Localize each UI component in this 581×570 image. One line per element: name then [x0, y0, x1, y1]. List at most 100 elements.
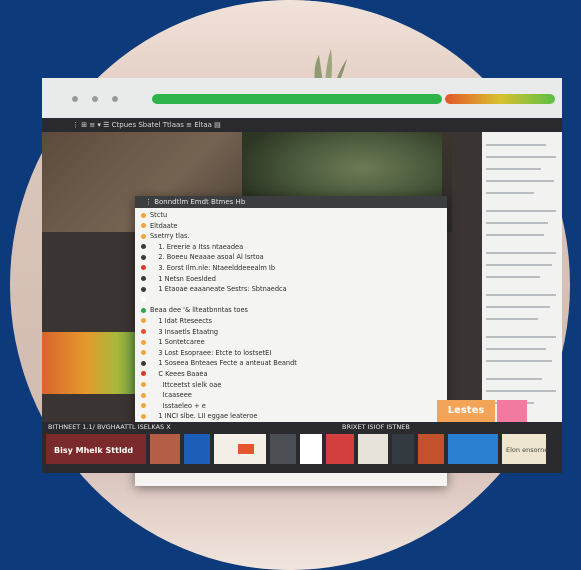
text-line — [486, 222, 548, 224]
pink-banner — [497, 400, 527, 422]
strip-label-right: BRIXET ISIOF ISTNEB — [342, 423, 410, 431]
forward-dot-icon[interactable] — [92, 96, 98, 102]
thumbnail-tile[interactable] — [448, 434, 498, 464]
outline-item-label: Icaaseee — [150, 391, 192, 400]
text-line — [486, 264, 552, 266]
right-panel — [482, 132, 562, 422]
text-line — [486, 156, 556, 158]
bullet-icon — [141, 297, 146, 303]
outline-item[interactable]: Beaa dee '& llteatbnntas toes — [141, 305, 441, 316]
thumbnail-title: Bisy Mhelk Sttldd — [54, 446, 134, 455]
text-line — [486, 234, 544, 236]
bullet-icon — [141, 307, 146, 313]
outline-item[interactable]: Ittceetst slelk oae — [141, 380, 441, 391]
outline-item-label: C Keees Baaea — [150, 369, 208, 378]
outline-item[interactable]: Eltdaate — [141, 221, 441, 232]
outline-item-label: Ittceetst slelk oae — [150, 380, 222, 389]
text-line — [486, 294, 556, 296]
outline-item[interactable]: 1 Sontetcaree — [141, 337, 441, 348]
bullet-icon — [141, 413, 146, 419]
thumbnail-caption: Elon ensorne — [506, 446, 549, 454]
thumbnail-tile[interactable] — [184, 434, 210, 464]
outline-item-label: Ssetrry tlas. — [150, 232, 190, 241]
thumbnail-tile[interactable] — [392, 434, 414, 464]
bullet-icon — [141, 212, 146, 218]
outline-item[interactable]: 1 Netsn Eoeslded — [141, 274, 441, 285]
bullet-icon — [141, 339, 146, 345]
outline-item[interactable]: 1 INCI slbe. LII eggae leateroe — [141, 411, 441, 422]
dialog-title: ⋮ Bonndtlm Emdt Btmes Hb — [135, 196, 447, 208]
bullet-icon — [141, 350, 146, 356]
progress-bar-gradient — [445, 94, 555, 104]
text-line — [486, 378, 542, 380]
bullet-icon — [141, 254, 146, 260]
progress-bar-green — [152, 94, 442, 104]
text-line — [486, 210, 556, 212]
outline-item-label: 1 Sontetcaree — [150, 338, 205, 347]
thumbnail-tile[interactable] — [300, 434, 322, 464]
text-line — [486, 180, 554, 182]
text-line — [486, 318, 538, 320]
outline-item[interactable]: C Keees Baaea — [141, 369, 441, 380]
outline-item-label: 1 Soseea Bnteaes Fecte a anteuat Beandt — [150, 359, 297, 368]
reload-dot-icon[interactable] — [112, 96, 118, 102]
outline-item-label: 1 INCI slbe. LII eggae leateroe — [150, 412, 258, 421]
bullet-icon — [141, 286, 146, 292]
scene: ⋮ ⊞ ≡ ▾ ☰ Ctpues Sbatel Ttlaas ≡ Eltaa ▤ — [0, 0, 581, 570]
outline-item[interactable]: 3 Insaetls Etaatng — [141, 327, 441, 338]
bullet-icon — [141, 403, 146, 409]
outline-item-label: 2. Boeeu Neaaae asoal Al Isrtoa — [150, 253, 264, 262]
thumbnail-tile[interactable] — [270, 434, 296, 464]
outline-item[interactable]: 3. Eorst Ilm.nle: Ntaeelddeeealm Ib — [141, 263, 441, 274]
outline-item[interactable]: 1 Soseea Bnteaes Fecte a anteuat Beandt — [141, 358, 441, 369]
outline-item-label: Stctu — [150, 211, 168, 219]
menu-bar[interactable]: ⋮ ⊞ ≡ ▾ ☰ Ctpues Sbatel Ttlaas ≡ Eltaa ▤ — [42, 118, 562, 132]
bullet-icon — [141, 329, 146, 335]
text-line — [486, 252, 556, 254]
outline-item-label: Beaa dee '& llteatbnntas toes — [150, 306, 248, 315]
outline-item[interactable]: Stctu — [141, 210, 441, 221]
bullet-icon — [141, 265, 146, 271]
thumbnail-tile[interactable] — [150, 434, 180, 464]
outline-item[interactable]: 1 Etaoae eaaaneate Sestrs: Sbtnaedca — [141, 284, 441, 295]
outline-item[interactable] — [141, 295, 441, 306]
colored-banner — [42, 332, 142, 394]
outline-item[interactable]: 3 Lost Esopraee: Etcte to lostsetEI — [141, 348, 441, 359]
thumbnail-tile[interactable] — [358, 434, 388, 464]
outline-item[interactable]: 1 Idat Rteseects — [141, 316, 441, 327]
bullet-icon — [141, 244, 146, 250]
outline-item-label: 3. Eorst Ilm.nle: Ntaeelddeeealm Ib — [150, 263, 276, 272]
text-line — [486, 276, 540, 278]
outline-item-label: Eltdaate — [150, 221, 178, 230]
orange-banner: Lestes — [437, 400, 495, 422]
bullet-icon — [141, 371, 146, 377]
bullet-icon — [141, 382, 146, 387]
outline-item[interactable]: Isstaeleo + e — [141, 401, 441, 412]
text-line — [486, 168, 541, 170]
text-line — [486, 360, 552, 362]
bullet-icon — [141, 392, 146, 398]
text-line — [486, 336, 556, 338]
outline-item-label: 1 Idat Rteseects — [150, 316, 212, 325]
bullet-icon — [141, 360, 146, 366]
back-dot-icon[interactable] — [72, 96, 78, 102]
outline-item[interactable]: Ssetrry tlas. — [141, 231, 441, 242]
thumbnail-tile[interactable] — [326, 434, 354, 464]
text-line — [486, 390, 556, 392]
bullet-icon — [141, 276, 146, 282]
outline-item[interactable]: Icaaseee — [141, 390, 441, 401]
bullet-icon — [141, 318, 146, 324]
outline-item-label: 1. Ereerie a Itss ntaeadea — [150, 242, 244, 251]
outline-item-label: 3 Insaetls Etaatng — [150, 327, 219, 336]
text-line — [486, 306, 550, 308]
strip-label: BITHNEET 1.1/ BVGHAATTL ISELKAS X — [48, 423, 171, 431]
outline-item[interactable]: 2. Boeeu Neaaae asoal Al Isrtoa — [141, 252, 441, 263]
outline-item-label: 1 Etaoae eaaaneate Sestrs: Sbtnaedca — [150, 285, 287, 294]
thumbnail-tile[interactable] — [418, 434, 444, 464]
outline-item-label: 3 Lost Esopraee: Etcte to lostsetEI — [150, 348, 272, 357]
browser-top-bar — [42, 78, 562, 118]
bullet-icon — [141, 233, 146, 239]
outline-item-label: 1 Netsn Eoeslded — [150, 274, 216, 283]
outline-item[interactable]: 1. Ereerie a Itss ntaeadea — [141, 242, 441, 253]
monitor-screen: ⋮ ⊞ ≡ ▾ ☰ Ctpues Sbatel Ttlaas ≡ Eltaa ▤ — [42, 78, 562, 486]
